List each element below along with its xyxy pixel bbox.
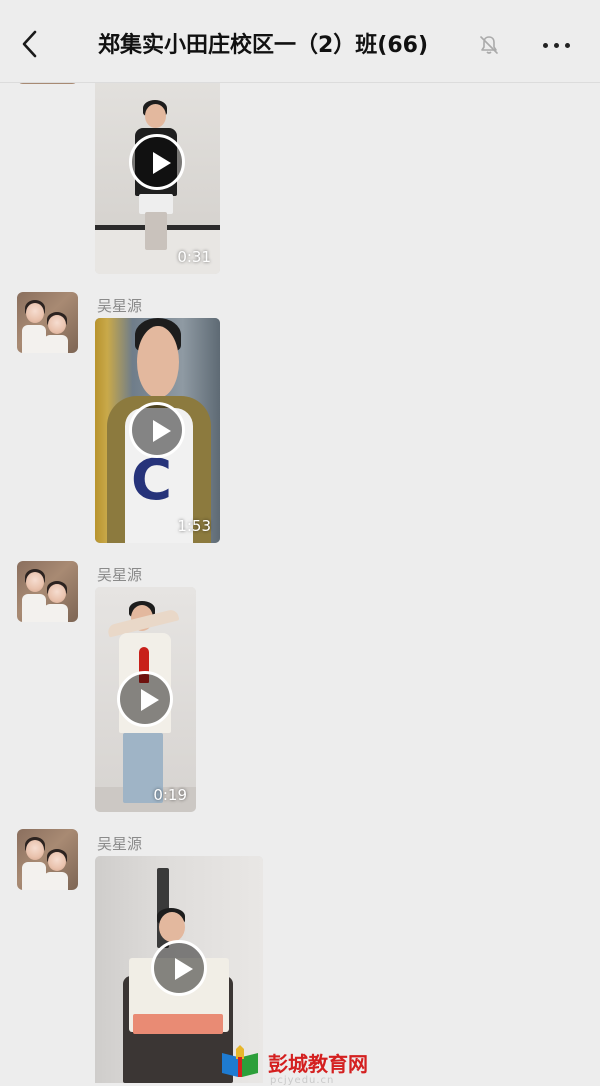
back-arrow-icon <box>22 30 37 58</box>
back-button[interactable] <box>10 22 50 66</box>
more-button[interactable] <box>530 30 582 60</box>
sender-name: 吴星源 <box>97 566 143 584</box>
sender-avatar[interactable] <box>17 292 78 353</box>
play-icon[interactable] <box>151 940 207 996</box>
video-message[interactable]: C 1:53 <box>95 318 220 543</box>
more-dots-icon <box>542 42 548 48</box>
watermark: 彭城教育网 pcjyedu.cn <box>218 1045 368 1086</box>
sender-name: 吴星源 <box>97 835 143 853</box>
watermark-subtext: pcjyedu.cn <box>270 1075 335 1086</box>
video-duration: 0:31 <box>177 248 211 266</box>
play-icon[interactable] <box>129 402 185 458</box>
sender-avatar[interactable] <box>17 561 78 622</box>
video-duration: 1:53 <box>177 517 211 535</box>
video-message[interactable]: 0:31 <box>95 60 220 274</box>
chat-header: 郑集实小田庄校区一（2）班(66) <box>0 0 600 83</box>
bell-muted-icon <box>480 36 498 54</box>
play-icon[interactable] <box>129 134 185 190</box>
video-message[interactable]: 0:19 <box>95 587 196 812</box>
video-duration: 0:19 <box>153 786 187 804</box>
chat-message-list[interactable]: 0:31 吴星源 C 1:53 吴星源 0:19 吴星源 彭城教育网 pcjye… <box>0 0 600 1086</box>
watermark-logo <box>218 1045 262 1079</box>
shirt-letter: C <box>131 448 173 513</box>
chat-title: 郑集实小田庄校区一（2）班(66) <box>98 33 429 58</box>
sender-name: 吴星源 <box>97 297 143 315</box>
sender-avatar[interactable] <box>17 829 78 890</box>
watermark-text: 彭城教育网 <box>268 1051 368 1076</box>
play-icon[interactable] <box>117 671 173 727</box>
